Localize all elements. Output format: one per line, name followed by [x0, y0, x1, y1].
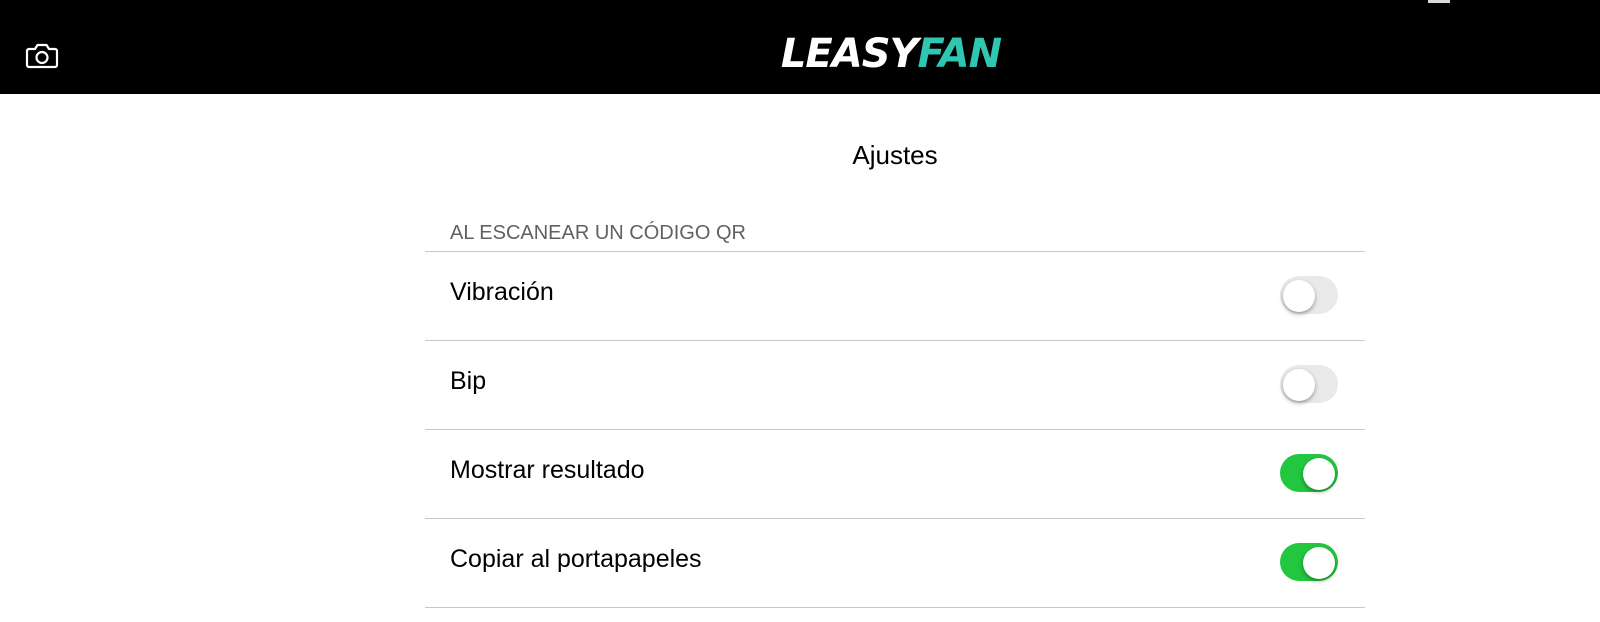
copy-clipboard-toggle[interactable] [1280, 543, 1338, 581]
settings-section: AL ESCANEAR UN CÓDIGO QR Vibración Bip M… [425, 221, 1365, 608]
vibration-toggle[interactable] [1280, 276, 1338, 314]
toggle-knob [1283, 280, 1315, 312]
show-result-toggle[interactable] [1280, 454, 1338, 492]
setting-row-show-result: Mostrar resultado [425, 430, 1365, 519]
setting-label: Mostrar resultado [450, 456, 645, 484]
setting-row-beep: Bip [425, 341, 1365, 430]
page-title: Ajustes [852, 140, 938, 170]
setting-row-copy-clipboard: Copiar al portapapeles [425, 519, 1365, 608]
setting-row-vibration: Vibración [425, 252, 1365, 341]
beep-toggle[interactable] [1280, 365, 1338, 403]
toggle-knob [1303, 458, 1335, 490]
top-edge-mark [1428, 0, 1450, 3]
section-header: AL ESCANEAR UN CÓDIGO QR [425, 221, 1365, 252]
setting-label: Copiar al portapapeles [450, 545, 702, 573]
logo-text-fan: FAN [917, 31, 1002, 77]
leasyfan-logo: LEASYFAN [0, 26, 1600, 82]
toggle-knob [1303, 547, 1335, 579]
setting-label: Bip [450, 367, 487, 395]
setting-label: Vibración [450, 278, 554, 306]
logo-text-leasy: LEASY [780, 31, 919, 77]
toggle-knob [1283, 369, 1315, 401]
top-bar: LEASYFAN [0, 0, 1600, 94]
